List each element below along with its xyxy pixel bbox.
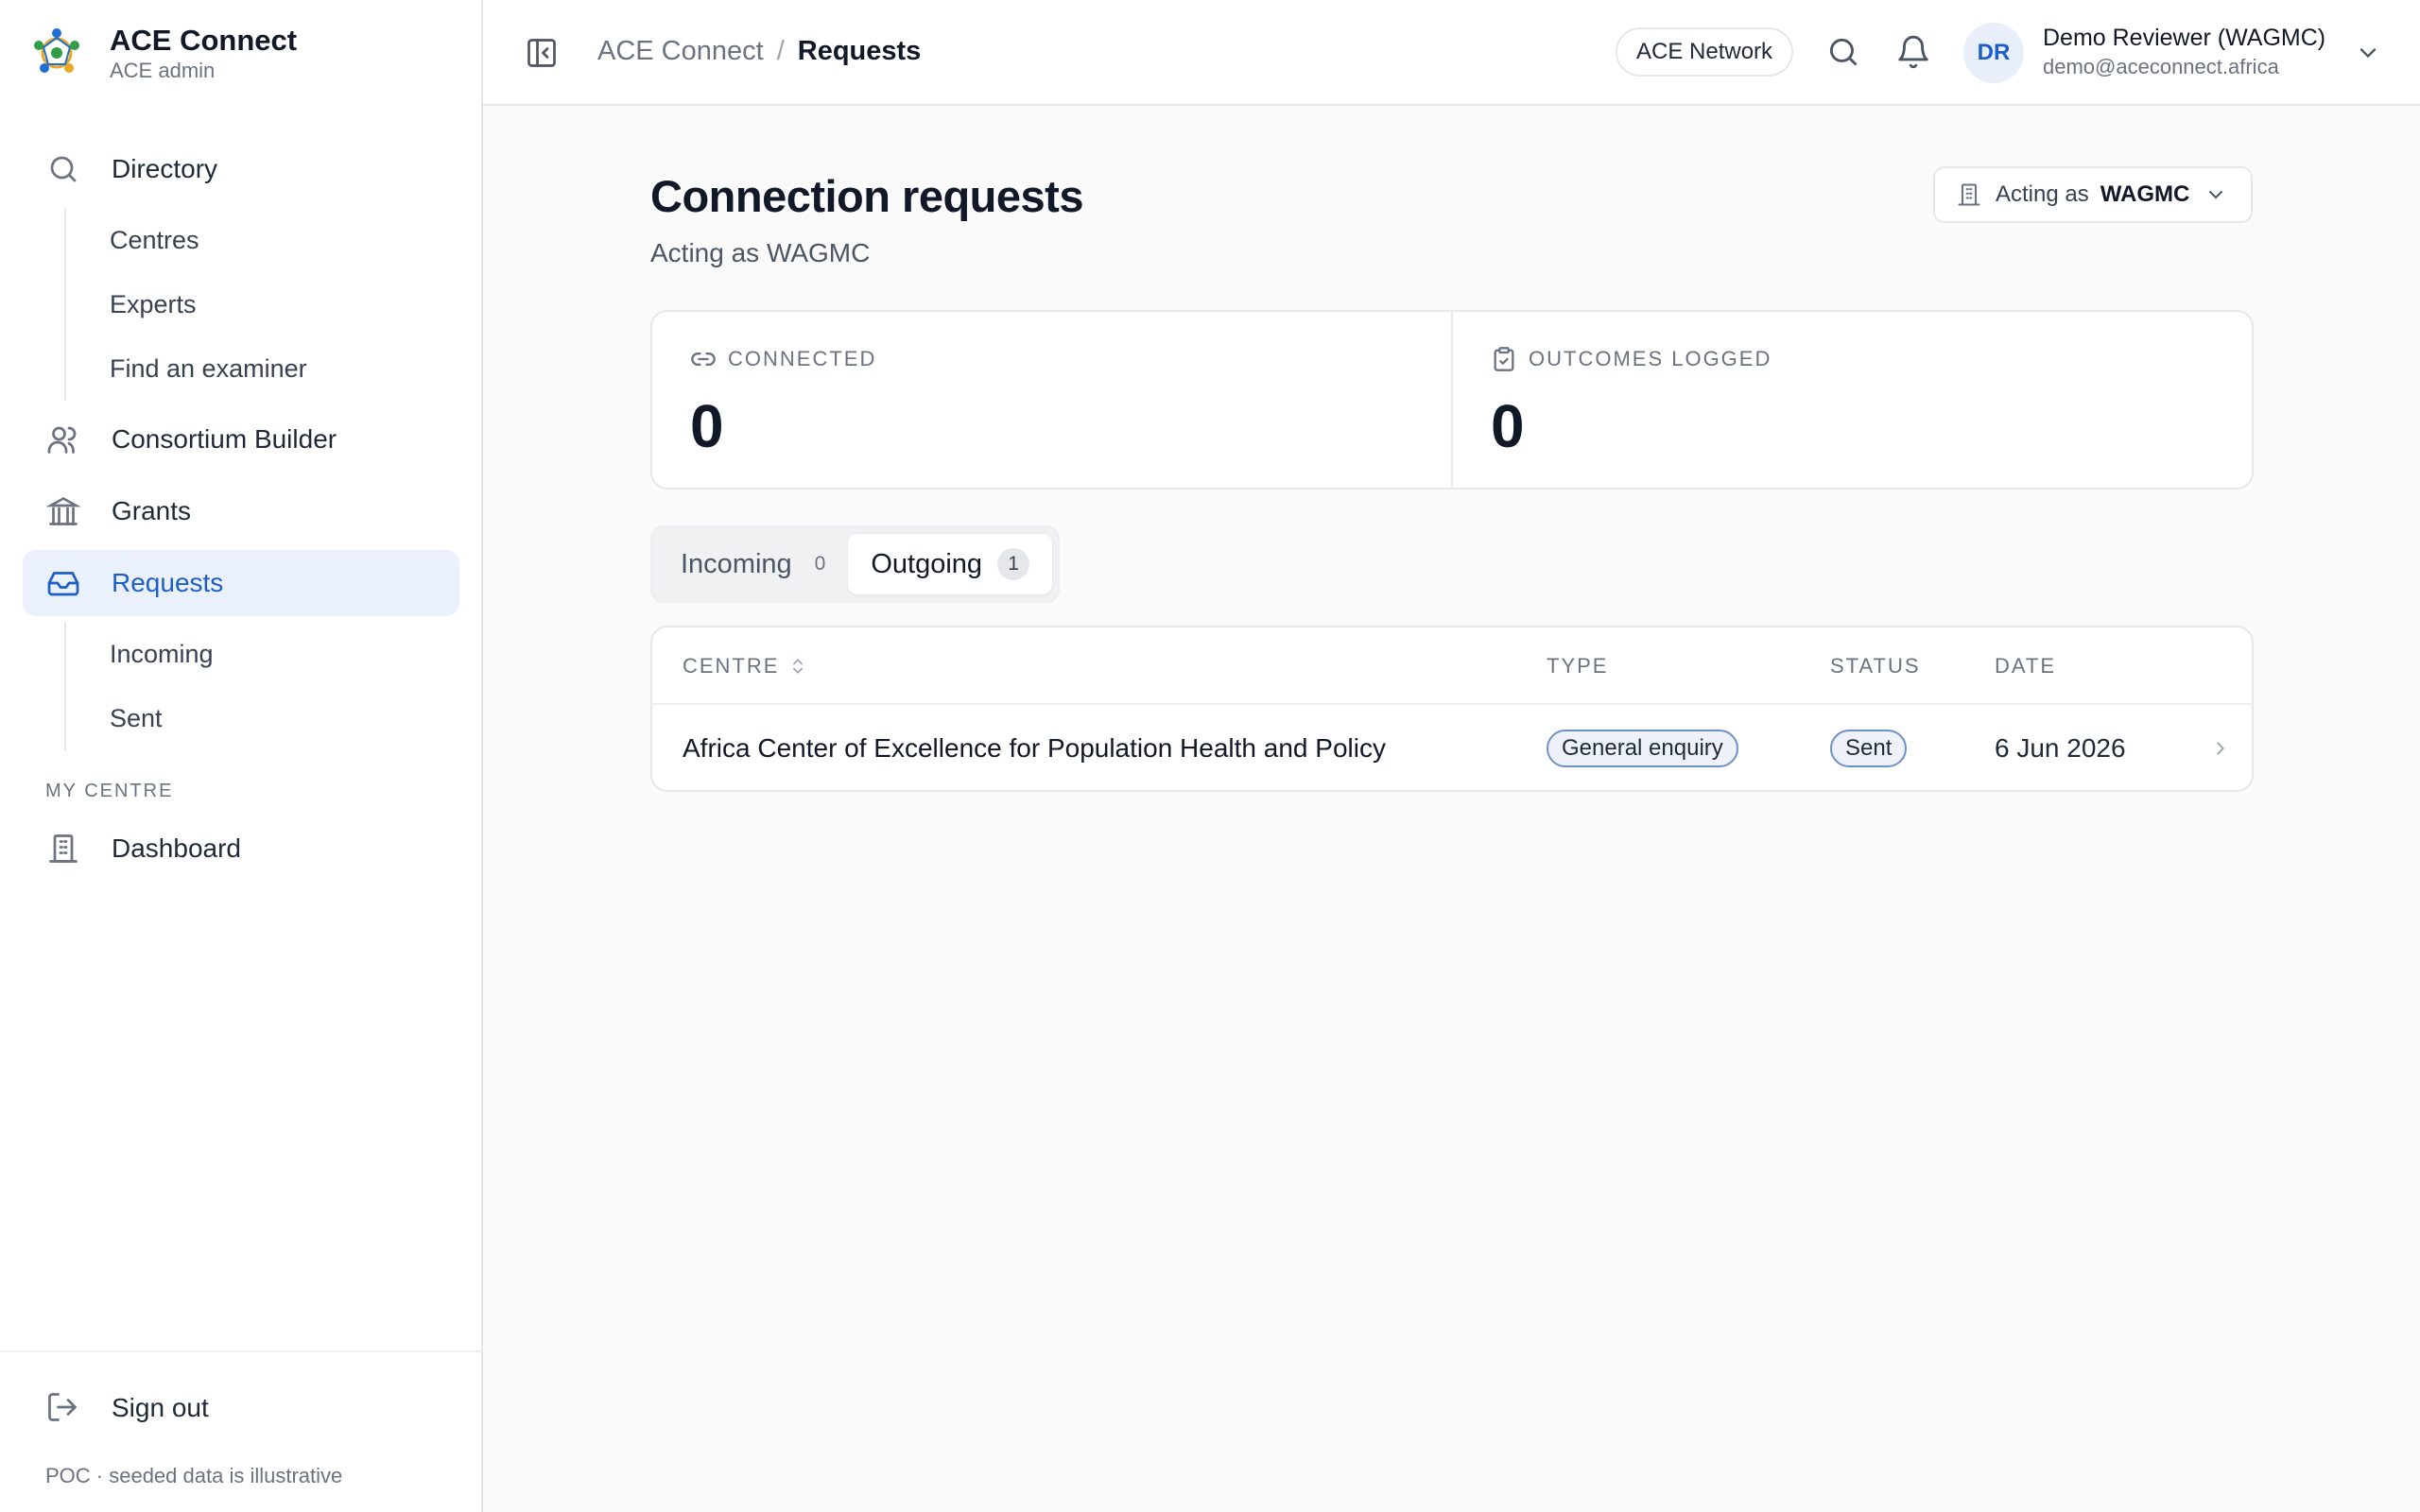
toggle-sidebar-icon[interactable]: [525, 36, 559, 70]
sort-icon[interactable]: [788, 655, 807, 678]
landmark-icon: [45, 493, 81, 529]
tab-label: Incoming: [681, 548, 792, 579]
tab-count: 0: [814, 553, 826, 575]
tab-label: Outgoing: [871, 548, 983, 579]
request-tabs: Incoming 0 Outgoing 1: [650, 525, 1061, 603]
avatar[interactable]: DR: [1963, 23, 2024, 83]
column-header-date: DATE: [1995, 654, 2057, 678]
sidebar-item-grants[interactable]: Grants: [23, 478, 459, 544]
chevron-down-icon[interactable]: [2355, 40, 2381, 66]
link-icon: [690, 346, 717, 372]
sidebar-item-dashboard[interactable]: Dashboard: [23, 816, 459, 882]
chevron-down-icon: [2204, 183, 2227, 206]
sidebar-item-label: Consortium Builder: [112, 424, 337, 454]
log-out-icon: [45, 1390, 81, 1426]
subnav-item-experts[interactable]: Experts: [110, 272, 459, 336]
subnav-item-centres[interactable]: Centres: [110, 208, 459, 272]
subnav-item-find-examiner[interactable]: Find an examiner: [110, 336, 459, 401]
user-name: Demo Reviewer (WAGMC): [2043, 25, 2326, 51]
network-pill[interactable]: ACE Network: [1616, 27, 1794, 77]
sidebar-item-label: Directory: [112, 154, 218, 183]
breadcrumb-separator: /: [776, 36, 785, 66]
page-title: Connection requests: [650, 171, 1083, 221]
building-icon: [45, 831, 81, 867]
sidebar-item-label: Grants: [112, 496, 192, 525]
breadcrumb: ACE Connect / Requests: [597, 36, 921, 67]
bell-icon[interactable]: [1895, 34, 1931, 70]
acting-as-value: WAGMC: [2100, 181, 2190, 207]
tab-count: 1: [997, 548, 1030, 580]
search-icon: [45, 151, 81, 187]
column-label: CENTRE: [683, 654, 780, 678]
section-label-my-centre: MY CENTRE: [45, 781, 174, 801]
search-icon[interactable]: [1825, 34, 1861, 70]
sidebar-item-consortium-builder[interactable]: Consortium Builder: [23, 406, 459, 472]
tab-outgoing[interactable]: Outgoing 1: [848, 534, 1053, 594]
cell-status: Sent: [1830, 705, 1908, 792]
directory-subnav: Centres Experts Find an examiner: [64, 208, 459, 401]
acting-as-select[interactable]: Acting as WAGMC: [1933, 166, 2253, 223]
table-row[interactable]: Africa Center of Excellence for Populati…: [652, 705, 2252, 792]
tab-incoming[interactable]: Incoming 0: [658, 534, 848, 594]
subnav-item-sent[interactable]: Sent: [110, 686, 459, 750]
stat-label: OUTCOMES LOGGED: [1529, 347, 1772, 370]
cell-type: General enquiry: [1547, 705, 1738, 792]
sidebar-item-label: Dashboard: [112, 833, 241, 863]
stats-card: CONNECTED 0 OUTCOMES LOGGED 0: [650, 310, 2254, 490]
sidebar-footer: Sign out POC · seeded data is illustrati…: [0, 1350, 481, 1512]
footer-note: POC · seeded data is illustrative: [45, 1464, 343, 1487]
cell-centre: Africa Center of Excellence for Populati…: [683, 733, 1386, 763]
breadcrumb-current: Requests: [797, 36, 922, 66]
app-role: ACE admin: [110, 59, 216, 82]
ace-logo-icon: [34, 28, 79, 73]
column-header-status: STATUS: [1830, 654, 1921, 678]
sidebar-nav: Directory Centres Experts Find an examin…: [23, 136, 459, 887]
column-header-type: TYPE: [1547, 654, 1609, 678]
stat-value: 0: [690, 392, 724, 460]
sidebar-item-requests[interactable]: Requests: [23, 550, 459, 616]
sign-out-label: Sign out: [112, 1393, 209, 1422]
app-name: ACE Connect: [110, 24, 298, 57]
stat-value: 0: [1491, 392, 1525, 460]
table-header: CENTRE TYPE STATUS DATE: [652, 627, 2252, 705]
requests-table: CENTRE TYPE STATUS DATE Africa Center of…: [650, 626, 2254, 792]
column-header-centre[interactable]: CENTRE: [683, 654, 807, 679]
requests-subnav: Incoming Sent: [64, 622, 459, 750]
sidebar-item-label: Requests: [112, 568, 224, 597]
cell-date: 6 Jun 2026: [1995, 733, 2126, 763]
inbox-icon: [45, 565, 81, 601]
user-email: demo@aceconnect.africa: [2043, 55, 2279, 78]
stat-connected: CONNECTED 0: [652, 312, 1451, 488]
chevron-right-icon[interactable]: [2210, 705, 2233, 792]
stat-outcomes-logged: OUTCOMES LOGGED 0: [1451, 312, 2252, 488]
breadcrumb-root[interactable]: ACE Connect: [597, 36, 764, 67]
type-badge: General enquiry: [1547, 730, 1738, 767]
acting-as-label: Acting as: [1996, 181, 2089, 207]
building-icon: [1956, 181, 1982, 208]
users-icon: [45, 421, 81, 457]
status-badge: Sent: [1830, 730, 1908, 767]
subnav-item-incoming[interactable]: Incoming: [110, 622, 459, 686]
sidebar: ACE Connect ACE admin Directory Centres …: [0, 0, 483, 1512]
clipboard-check-icon: [1491, 346, 1517, 372]
sidebar-item-directory[interactable]: Directory: [23, 136, 459, 202]
stat-label: CONNECTED: [728, 347, 877, 370]
top-bar: ACE Connect / Requests ACE Network DR De…: [483, 0, 2420, 106]
brand[interactable]: ACE Connect ACE admin: [30, 23, 297, 83]
page-subtitle: Acting as WAGMC: [650, 238, 871, 267]
sign-out-button[interactable]: Sign out: [45, 1390, 209, 1426]
